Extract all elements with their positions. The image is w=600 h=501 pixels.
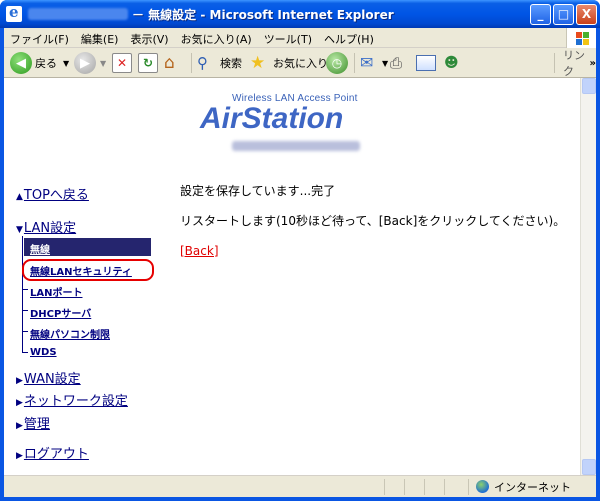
favorites-label: お気に入り — [273, 57, 328, 70]
history-icon: ◷ — [326, 52, 348, 74]
nav-top[interactable]: ▲TOPへ戻る — [16, 184, 89, 203]
tree-line — [22, 236, 23, 353]
edit-icon — [416, 55, 436, 71]
triangle-right-icon: ▶ — [16, 398, 23, 408]
favorites-button[interactable]: ★ お気に入り — [250, 51, 328, 75]
scroll-down-icon[interactable] — [582, 459, 596, 475]
messenger-button[interactable]: ☻ — [444, 51, 464, 75]
minimize-button[interactable]: _ — [530, 4, 551, 25]
nav-logout[interactable]: ▶ログアウト — [16, 443, 89, 462]
stop-button[interactable]: ✕ — [112, 51, 132, 75]
mail-icon: ✉ — [360, 53, 374, 72]
browser-window: － 無線設定 - Microsoft Internet Explorer _ □… — [0, 0, 600, 501]
triangle-right-icon: ▶ — [16, 451, 23, 461]
mail-button[interactable]: ✉ ▼ — [360, 51, 388, 75]
back-label: 戻る — [35, 57, 57, 70]
chevron-right-icon: » — [589, 57, 596, 69]
menu-favorites[interactable]: お気に入り(A) — [175, 28, 258, 47]
history-button[interactable]: ◷ — [326, 51, 348, 75]
nav-item-pc-restriction[interactable]: 無線パソコン制限 — [30, 326, 110, 341]
close-button[interactable]: X — [576, 4, 597, 25]
nav-item-wireless[interactable]: 無線 — [30, 241, 50, 256]
nav-wan[interactable]: ▶WAN設定 — [16, 368, 81, 387]
forward-button[interactable]: ▶ ▼ — [74, 51, 106, 75]
triangle-up-icon: ▲ — [16, 192, 23, 202]
mail-dropdown-icon[interactable]: ▼ — [382, 59, 388, 68]
search-label: 検索 — [220, 57, 242, 70]
menu-bar: ファイル(F) 編集(E) 表示(V) お気に入り(A) ツール(T) ヘルプ(H) — [4, 28, 596, 48]
internet-zone-icon — [476, 480, 489, 493]
nav-item-wds[interactable]: WDS — [30, 347, 57, 358]
back-dropdown-icon[interactable]: ▼ — [63, 59, 69, 68]
forward-arrow-icon: ▶ — [74, 52, 96, 74]
window-title: － 無線設定 - Microsoft Internet Explorer — [132, 8, 394, 22]
nav-item-dhcp-server[interactable]: DHCPサーバ — [30, 305, 91, 320]
menu-edit[interactable]: 編集(E) — [75, 28, 125, 47]
menu-file[interactable]: ファイル(F) — [4, 28, 75, 47]
home-icon: ⌂ — [164, 53, 175, 73]
links-button[interactable]: リンク » — [560, 49, 596, 78]
links-label: リンク — [563, 49, 585, 78]
back-link[interactable]: [Back] — [180, 244, 219, 258]
back-button[interactable]: ◀ 戻る ▼ — [10, 51, 69, 75]
windows-logo-icon — [566, 28, 596, 48]
vertical-scrollbar[interactable] — [580, 78, 596, 475]
nav-network[interactable]: ▶ネットワーク設定 — [16, 390, 128, 409]
back-arrow-icon: ◀ — [10, 52, 32, 74]
messenger-icon: ☻ — [444, 55, 459, 71]
ie-icon — [6, 3, 22, 22]
maximize-button[interactable]: □ — [553, 4, 574, 25]
restart-message: リスタートします(10秒ほど待って、[Back]をクリックしてください)。 — [180, 214, 566, 228]
stop-icon: ✕ — [112, 53, 132, 73]
page-content: Wireless LAN Access Point AirStation ▲TO… — [4, 78, 580, 475]
zone-label: インターネット — [494, 481, 571, 494]
search-button[interactable]: ⚲ 検索 — [197, 51, 242, 75]
triangle-down-icon: ▼ — [16, 225, 23, 235]
search-icon: ⚲ — [197, 54, 208, 72]
menu-tools[interactable]: ツール(T) — [258, 28, 318, 47]
triangle-right-icon: ▶ — [16, 376, 23, 386]
model-redacted — [232, 141, 360, 151]
nav-item-lan-port[interactable]: LANポート — [30, 284, 82, 299]
nav-admin[interactable]: ▶管理 — [16, 413, 50, 432]
nav-lan[interactable]: ▼LAN設定 — [16, 217, 76, 236]
title-bar[interactable]: － 無線設定 - Microsoft Internet Explorer _ □… — [0, 0, 600, 28]
scroll-up-icon[interactable] — [582, 78, 596, 94]
triangle-right-icon: ▶ — [16, 421, 23, 431]
print-icon: ⎙ — [390, 54, 403, 72]
forward-dropdown-icon[interactable]: ▼ — [100, 59, 106, 68]
nav-item-wireless-security[interactable]: 無線LANセキュリティ — [30, 263, 132, 278]
status-bar: インターネット — [4, 475, 596, 497]
refresh-button[interactable]: ↻ — [138, 51, 158, 75]
save-status-message: 設定を保存しています...完了 — [180, 184, 336, 198]
print-button[interactable]: ⎙ — [390, 51, 410, 75]
home-button[interactable]: ⌂ — [164, 51, 184, 75]
title-redacted — [28, 8, 128, 20]
toolbar: ◀ 戻る ▼ ▶ ▼ ✕ ↻ ⌂ ⚲ 検索 ★ お気に入り ◷ ✉ ▼ ⎙ ☻ … — [4, 48, 596, 78]
menu-help[interactable]: ヘルプ(H) — [318, 28, 380, 47]
refresh-icon: ↻ — [138, 53, 158, 73]
menu-view[interactable]: 表示(V) — [124, 28, 174, 47]
airstation-logo: AirStation — [200, 102, 344, 135]
edit-button[interactable] — [416, 51, 436, 75]
star-icon: ★ — [250, 53, 266, 73]
